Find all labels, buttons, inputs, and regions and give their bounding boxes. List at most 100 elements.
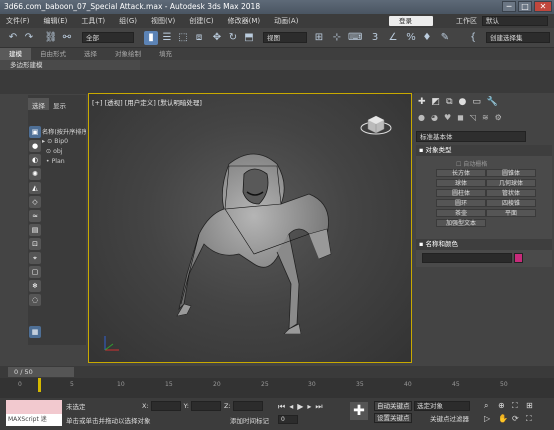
zoom-extents-all-icon[interactable]: ⊞: [526, 401, 540, 411]
select-manipulate-icon[interactable]: ⊹: [330, 31, 344, 45]
auto-key-button[interactable]: 自动关键点: [374, 401, 412, 411]
edit-named-sel-icon[interactable]: ✎: [438, 31, 452, 45]
motion-tab-icon[interactable]: ●: [459, 97, 467, 109]
hierarchy-tab-icon[interactable]: ⧉: [446, 97, 452, 109]
group-filter-icon[interactable]: ▤: [29, 224, 41, 236]
pyramid-button[interactable]: 四棱锥: [486, 199, 536, 207]
hidden-filter-icon[interactable]: ◌: [29, 294, 41, 306]
z-coordinate-field[interactable]: [232, 401, 263, 411]
tab-object-paint[interactable]: 对象绘制: [106, 48, 150, 60]
menu-group[interactable]: 组(G): [119, 16, 137, 26]
menu-create[interactable]: 创建(C): [189, 16, 213, 26]
previous-frame-icon[interactable]: ◂: [289, 402, 293, 412]
add-time-tag-button[interactable]: 添加时间标记: [230, 415, 269, 425]
sphere-button[interactable]: 球体: [436, 179, 486, 187]
helper-filter-icon[interactable]: ◇: [29, 196, 41, 208]
play-icon[interactable]: ▶: [297, 402, 303, 412]
spacewarps-icon[interactable]: ≋: [482, 113, 489, 125]
poly-modeling-label[interactable]: 多边形建模: [0, 60, 140, 70]
maximize-viewport-icon[interactable]: ⛶: [526, 414, 540, 424]
xref-filter-icon[interactable]: ⊡: [29, 238, 41, 250]
create-tab-icon[interactable]: ✚: [418, 97, 426, 109]
scene-tab-display[interactable]: 显示: [49, 98, 70, 110]
warp-filter-icon[interactable]: ≈: [29, 210, 41, 222]
torus-button[interactable]: 圆环: [436, 199, 486, 207]
viewport-label[interactable]: [+] [透视] [用户定义] [默认明暗处理]: [92, 97, 202, 107]
maxscript-mini-listener[interactable]: MAXScript 迷: [6, 414, 62, 426]
reference-system-select[interactable]: 视图: [263, 32, 307, 43]
zoom-all-icon[interactable]: ⊕: [498, 401, 512, 411]
selection-set-select[interactable]: 创建选择集: [486, 32, 550, 43]
scene-tab-select[interactable]: 选择: [28, 98, 49, 110]
y-coordinate-field[interactable]: [190, 401, 221, 411]
list-item[interactable]: ⊙ obj: [42, 147, 86, 157]
track-bar[interactable]: 0 5 10 15 20 25 30 35 40 45 50: [0, 378, 554, 398]
object-name-input[interactable]: [422, 253, 512, 263]
select-by-name-icon[interactable]: ☰: [160, 31, 174, 45]
geometry-icon[interactable]: ●: [418, 113, 425, 125]
baboon-model[interactable]: [159, 134, 349, 334]
cone-button[interactable]: 圆锥体: [486, 169, 536, 177]
menu-modifiers[interactable]: 修改器(M): [228, 16, 261, 26]
zoom-icon[interactable]: ⌕: [484, 401, 498, 411]
workspace-select[interactable]: 默认: [482, 16, 548, 26]
display-none-icon[interactable]: ▣: [29, 126, 41, 138]
perspective-viewport[interactable]: [+] [透视] [用户定义] [默认明暗处理]: [88, 93, 412, 363]
percent-snap-icon[interactable]: %: [404, 31, 418, 45]
viewcube-icon[interactable]: [359, 110, 393, 138]
tube-button[interactable]: 管状体: [486, 189, 536, 197]
container-filter-icon[interactable]: ▢: [29, 266, 41, 278]
helpers-icon[interactable]: ◹: [470, 113, 476, 125]
modify-tab-icon[interactable]: ◩: [432, 97, 441, 109]
box-button[interactable]: 长方体: [436, 169, 486, 177]
next-frame-icon[interactable]: ▸: [307, 402, 311, 412]
scene-list-header[interactable]: 名称(按升序排序): [42, 127, 86, 136]
object-color-swatch[interactable]: [514, 253, 523, 263]
key-filters-button[interactable]: 关键点过滤器: [430, 413, 469, 423]
menu-animation[interactable]: 动画(A): [274, 16, 298, 26]
current-frame-field[interactable]: 0: [278, 415, 298, 424]
rect-selection-icon[interactable]: ⬚: [176, 31, 190, 45]
display-tab-icon[interactable]: ▭: [472, 97, 481, 109]
teapot-button[interactable]: 茶壶: [436, 209, 486, 217]
selection-filter-select[interactable]: 全部: [82, 32, 134, 43]
tab-freeform[interactable]: 自由形式: [31, 48, 75, 60]
menu-edit[interactable]: 编辑(E): [44, 16, 68, 26]
object-type-header[interactable]: ▪ 对象类型: [416, 145, 552, 156]
set-key-icon[interactable]: ✚: [350, 402, 368, 420]
tab-selection[interactable]: 选择: [75, 48, 106, 60]
primitive-category-select[interactable]: 标准基本体: [416, 131, 526, 142]
tab-populate[interactable]: 填充: [150, 48, 181, 60]
light-filter-icon[interactable]: ✺: [29, 168, 41, 180]
spinner-snap-icon[interactable]: ♦: [420, 31, 434, 45]
undo-icon[interactable]: ↶: [6, 31, 20, 45]
time-slider[interactable]: 0 / 50: [8, 367, 74, 377]
angle-snap-icon[interactable]: ∠: [386, 31, 400, 45]
link-icon[interactable]: ⛓: [44, 31, 58, 45]
textplus-button[interactable]: 加强型文本: [436, 219, 486, 227]
tab-modeling[interactable]: 建模: [0, 48, 31, 60]
close-button[interactable]: ✕: [534, 1, 552, 12]
snap-icon[interactable]: 3: [368, 31, 382, 45]
go-to-end-icon[interactable]: ⏭: [315, 402, 322, 412]
unlink-icon[interactable]: ⚯: [60, 31, 74, 45]
auto-grid-checkbox[interactable]: ☐ 自动栅格: [456, 159, 487, 168]
name-color-header[interactable]: ▪ 名称和颜色: [416, 239, 552, 250]
selected-object-select[interactable]: 选定对象: [414, 401, 470, 411]
maxscript-listener[interactable]: [6, 400, 62, 414]
x-coordinate-field[interactable]: [150, 401, 181, 411]
minimize-button[interactable]: ─: [502, 1, 516, 12]
zoom-extents-icon[interactable]: ⛶: [512, 401, 526, 411]
cylinder-button[interactable]: 圆柱体: [436, 189, 486, 197]
geosphere-button[interactable]: 几何球体: [486, 179, 536, 187]
named-selection-icon[interactable]: {: [466, 31, 480, 45]
frozen-filter-icon[interactable]: ❄: [29, 280, 41, 292]
bone-filter-icon[interactable]: ⌖: [29, 252, 41, 264]
systems-icon[interactable]: ⚙: [495, 113, 502, 125]
current-frame-marker[interactable]: [38, 378, 41, 392]
layer-explorer-icon[interactable]: ▦: [29, 326, 41, 338]
fov-icon[interactable]: ▷: [484, 414, 498, 424]
menu-tools[interactable]: 工具(T): [81, 16, 105, 26]
window-crossing-icon[interactable]: ⧈: [192, 31, 206, 45]
utilities-tab-icon[interactable]: 🔧: [487, 97, 498, 109]
